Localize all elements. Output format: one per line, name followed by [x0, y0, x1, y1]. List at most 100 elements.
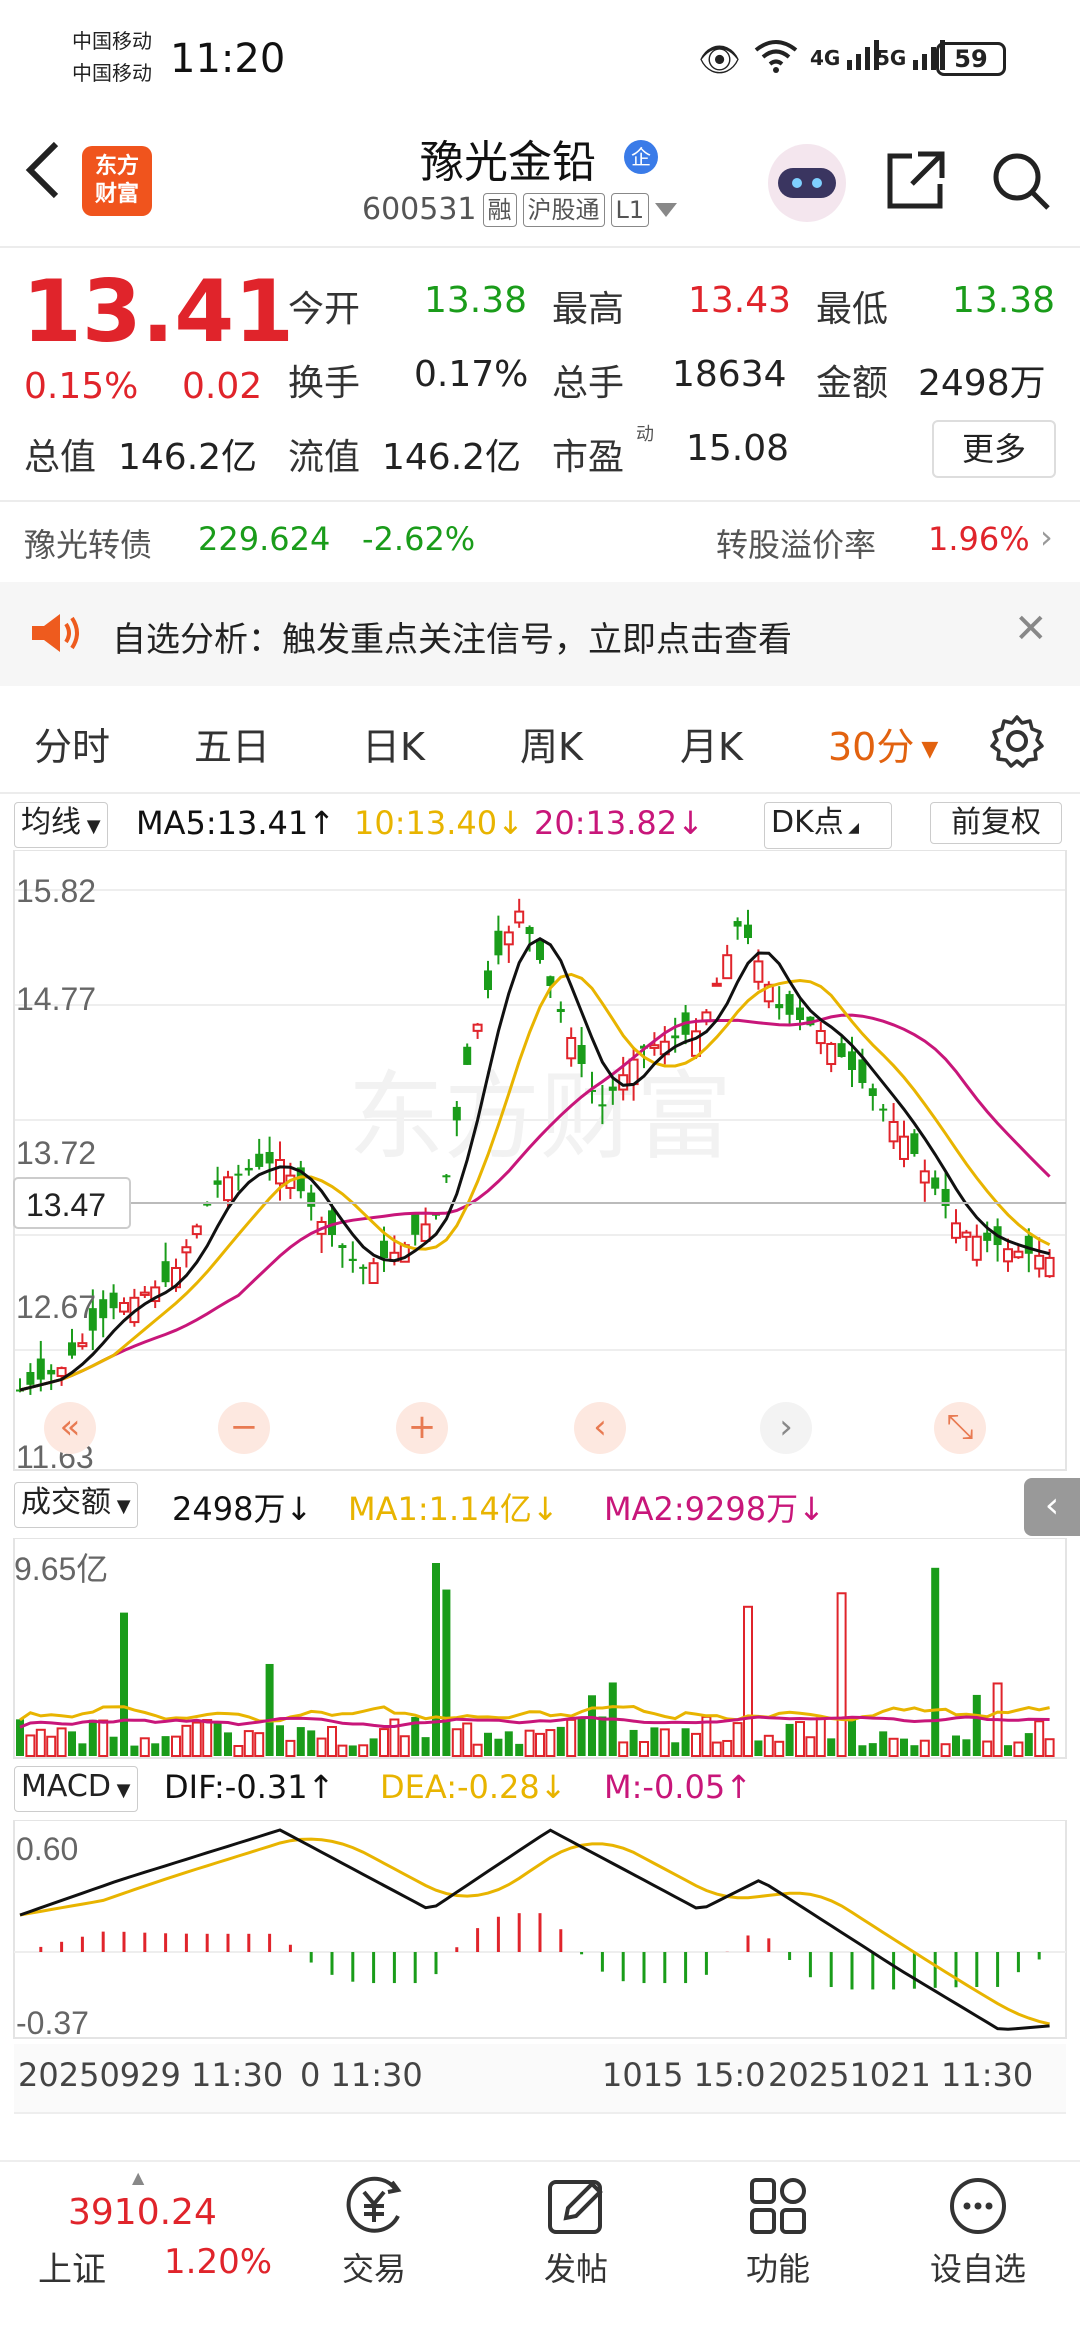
candle — [514, 910, 525, 924]
volume-bar — [432, 1563, 440, 1756]
volume-bar — [171, 1735, 181, 1757]
back-button[interactable] — [22, 140, 62, 211]
carrier-1: 中国移动 — [72, 29, 152, 53]
premium-value: 1.96% — [928, 520, 1030, 558]
volume-bar — [316, 1737, 327, 1758]
fullscreen-icon[interactable]: ⤡ — [934, 1402, 986, 1454]
grid-icon — [750, 2178, 806, 2234]
more-button[interactable]: 更多 — [932, 420, 1056, 478]
candle — [711, 982, 722, 987]
nav-post[interactable]: 发帖 — [516, 2176, 636, 2290]
volume-bar — [879, 1731, 888, 1756]
index-name: 上证 — [38, 2250, 106, 2290]
scroll-left-icon[interactable]: ‹ — [574, 1402, 626, 1454]
volume-chart: 9.65亿 — [13, 1538, 1067, 1759]
candle — [919, 1170, 930, 1184]
scroll-right-icon[interactable]: › — [760, 1402, 812, 1454]
macd-dif: DIF:-0.31↑ — [164, 1768, 335, 1806]
kline-chart[interactable]: 东方财富 15.82 14.77 13.72 12.67 11.63 13.47 — [0, 850, 1080, 1478]
candle — [213, 1180, 222, 1185]
stock-code-row[interactable]: 600531 融 沪股通 L1 — [362, 192, 678, 227]
volume-bar — [202, 1719, 213, 1757]
assistant-avatar[interactable] — [768, 144, 846, 222]
candle — [119, 1302, 129, 1313]
candle — [472, 1023, 483, 1032]
candle — [910, 1133, 919, 1154]
candle — [888, 1121, 899, 1143]
tab-daily[interactable]: 日K — [362, 716, 425, 771]
candle — [536, 939, 544, 960]
dropdown-icon — [655, 202, 678, 217]
macd-indicator-select[interactable]: MACD ▼ — [14, 1766, 138, 1812]
volume-bar — [379, 1728, 389, 1758]
candle — [36, 1358, 45, 1380]
tab-intraday[interactable]: 分时 — [34, 716, 110, 771]
nav-trade[interactable]: 交易 — [314, 2176, 434, 2290]
volume-bar — [254, 1732, 265, 1757]
dropdown-arrow-icon: ▼ — [914, 737, 939, 762]
volume-bar — [629, 1729, 638, 1756]
volume-indicator-select[interactable]: 成交额 ▼ — [14, 1482, 138, 1528]
volume-bar — [213, 1722, 222, 1756]
tab-five-day[interactable]: 五日 — [194, 716, 270, 771]
bond-row[interactable]: 豫光转债 229.624 -2.62% 转股溢价率 1.96% › — [0, 502, 1080, 582]
settings-button[interactable] — [990, 714, 1044, 772]
x-label-right: 20251021 11:30 — [768, 2056, 1034, 2094]
volume-bar — [68, 1731, 76, 1756]
volume-bar — [722, 1739, 733, 1758]
volume-bar — [732, 1722, 743, 1757]
candle — [899, 1135, 909, 1160]
volume-bar — [78, 1743, 87, 1756]
tag-level: L1 — [610, 192, 650, 227]
dk-button[interactable]: DK点 ◢ — [764, 802, 892, 849]
candle — [608, 1086, 617, 1091]
pe-sup: 动 — [636, 424, 654, 445]
candle — [951, 1222, 961, 1239]
tab-weekly[interactable]: 周K — [520, 716, 583, 771]
candle — [879, 1108, 888, 1111]
nav-functions[interactable]: 功能 — [718, 2176, 838, 2290]
mcap-value: 146.2亿 — [118, 437, 258, 478]
volume-value: 2498万↓ — [172, 1490, 313, 1528]
volume-bar — [98, 1719, 109, 1757]
candle — [109, 1292, 118, 1309]
watermark: 东方财富 — [348, 1064, 732, 1171]
candle — [99, 1299, 108, 1319]
volume-bar — [639, 1740, 649, 1757]
candle — [931, 1177, 940, 1189]
search-button[interactable] — [990, 150, 1052, 216]
volume-bar — [451, 1728, 462, 1757]
volume-bar — [181, 1724, 192, 1758]
tag-connect: 沪股通 — [522, 192, 605, 227]
candle — [671, 1035, 680, 1039]
candle — [796, 1007, 804, 1020]
nav-add-watchlist[interactable]: 设自选 — [918, 2176, 1038, 2290]
volume-bar — [191, 1721, 202, 1757]
index-ticker[interactable]: ▲ 3910.24 上证 1.20% — [20, 2162, 320, 2340]
notice-bar[interactable]: 自选分析：触发重点关注信号，立即点击查看 ✕ — [0, 582, 1080, 686]
volume-bar — [858, 1745, 867, 1756]
logo: 东方 财富 — [82, 146, 152, 216]
high-label: 最高 — [552, 289, 625, 330]
collapse-panel-icon[interactable]: ‹ — [1024, 1478, 1080, 1536]
volume-bar — [1044, 1738, 1055, 1757]
volume-bar — [900, 1738, 908, 1756]
candle — [503, 931, 514, 946]
close-icon[interactable]: ✕ — [1014, 606, 1048, 652]
nav-trade-label: 交易 — [341, 2250, 406, 2288]
high-value: 13.43 — [688, 280, 792, 321]
ma-indicator-select[interactable]: 均线 ▼ — [14, 802, 108, 848]
tab-monthly[interactable]: 月K — [680, 716, 743, 771]
volume-bar — [545, 1729, 556, 1757]
volume-bar — [763, 1734, 774, 1757]
adjust-button[interactable]: 前复权 — [930, 802, 1062, 844]
tab-30min[interactable]: 30分 ▼ — [828, 716, 938, 771]
chevron-double-left-icon[interactable]: « — [44, 1402, 96, 1454]
volume-y-max: 9.65亿 — [14, 1551, 108, 1587]
volume-bar — [931, 1567, 940, 1756]
zoom-in-icon[interactable]: + — [396, 1402, 448, 1454]
x-label-mid2: 1015 15:0 — [602, 2056, 766, 2094]
share-button[interactable] — [884, 148, 948, 216]
volume-bar — [35, 1728, 46, 1757]
zoom-out-icon[interactable]: − — [218, 1402, 270, 1454]
